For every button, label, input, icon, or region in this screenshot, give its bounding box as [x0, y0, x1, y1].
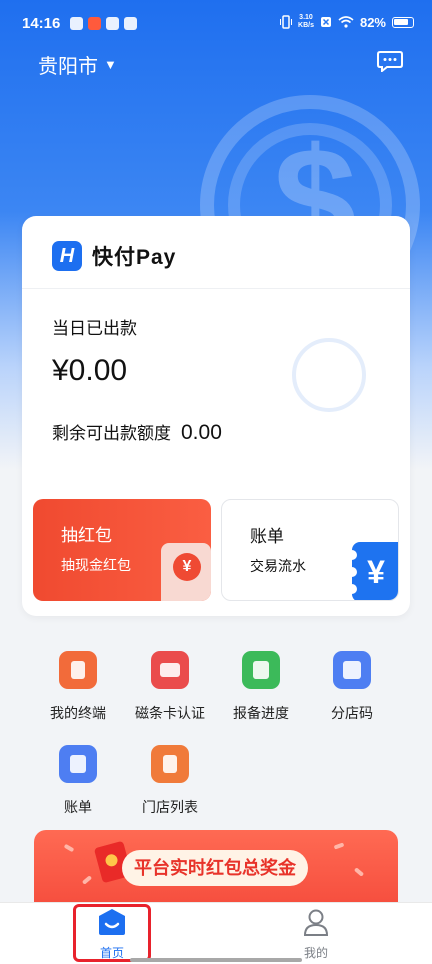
notification-app-icon: [106, 17, 119, 30]
tab-home-highlight: [73, 904, 151, 962]
sim-off-icon: [320, 17, 331, 27]
bill-tile[interactable]: 账单 交易流水 ¥: [221, 499, 399, 601]
caret-down-icon: ▼: [104, 57, 117, 72]
status-bar: 14:16 3.10 KB/s 82%: [0, 0, 432, 50]
redpacket-subtitle: 抽现金红包: [61, 557, 131, 573]
battery-percent: 82%: [359, 14, 386, 30]
net-speed-value: 3.10: [299, 14, 313, 21]
account-card: H 快付Pay 当日已出款 ¥0.00 剩余可出款额度 0.00 抽红包 抽现金…: [22, 216, 410, 616]
grid-item-branch-code[interactable]: 分店码: [302, 651, 402, 723]
notification-icons: [70, 17, 137, 30]
grid-item-store-list[interactable]: 门店列表: [120, 745, 220, 817]
terminal-icon: [59, 651, 97, 689]
brand-name: 快付Pay: [92, 246, 177, 269]
notification-app-icon: [88, 17, 101, 30]
net-speed-unit: KB/s: [298, 22, 314, 29]
grid-item-label: 账单: [64, 799, 92, 815]
notification-app-icon: [124, 17, 137, 30]
city-name: 贵阳市: [38, 56, 98, 78]
remaining-quota-value: 0.00: [181, 421, 222, 444]
progress-ring-icon: [292, 338, 366, 412]
grid-item-my-terminal[interactable]: 我的终端: [28, 651, 128, 723]
tab-me[interactable]: 我的: [276, 907, 356, 961]
banner-text: 平台实时红包总奖金: [122, 850, 308, 886]
home-indicator[interactable]: [130, 958, 302, 962]
brand-logo-icon: H: [52, 241, 82, 271]
receipt-icon: [59, 745, 97, 783]
card-icon: [151, 651, 189, 689]
door-icon: [151, 745, 189, 783]
grid-item-bill[interactable]: 账单: [28, 745, 128, 817]
wifi-icon: [338, 16, 354, 28]
remaining-quota: 剩余可出款额度 0.00: [52, 419, 222, 445]
grid-item-label: 报备进度: [233, 705, 289, 721]
tab-bar: 首页 我的: [0, 902, 432, 964]
bill-subtitle: 交易流水: [250, 558, 306, 574]
chat-bubble-icon[interactable]: [377, 50, 403, 72]
city-selector[interactable]: 贵阳市 ▼: [38, 50, 117, 79]
yen-ticket-icon: ¥: [347, 542, 398, 600]
qr-code-icon: [333, 651, 371, 689]
grid-item-label: 我的终端: [50, 705, 106, 721]
grid-item-filing-progress[interactable]: 报备进度: [211, 651, 311, 723]
brand: H 快付Pay: [52, 241, 176, 271]
status-time: 14:16: [22, 15, 61, 32]
today-payout-label: 当日已出款: [52, 319, 137, 338]
divider: [22, 288, 410, 289]
bill-title: 账单: [250, 527, 284, 546]
grid-item-card-verify[interactable]: 磁条卡认证: [120, 651, 220, 723]
battery-icon: [392, 16, 414, 28]
remaining-quota-label: 剩余可出款额度: [52, 424, 171, 443]
vibrate-icon: [280, 15, 293, 29]
redpacket-tile[interactable]: 抽红包 抽现金红包 ¥: [33, 499, 211, 601]
redpacket-title: 抽红包: [61, 526, 112, 545]
notification-app-icon: [70, 17, 83, 30]
document-icon: [242, 651, 280, 689]
red-envelope-yen-icon: ¥: [161, 543, 211, 601]
net-speed: 3.10 KB/s: [298, 14, 314, 30]
grid-item-label: 分店码: [331, 705, 373, 721]
grid-item-label: 门店列表: [142, 799, 198, 815]
system-status: 3.10 KB/s 82%: [280, 14, 414, 30]
user-icon: [303, 909, 329, 936]
grid-item-label: 磁条卡认证: [135, 705, 205, 721]
today-payout-amount: ¥0.00: [52, 354, 128, 387]
